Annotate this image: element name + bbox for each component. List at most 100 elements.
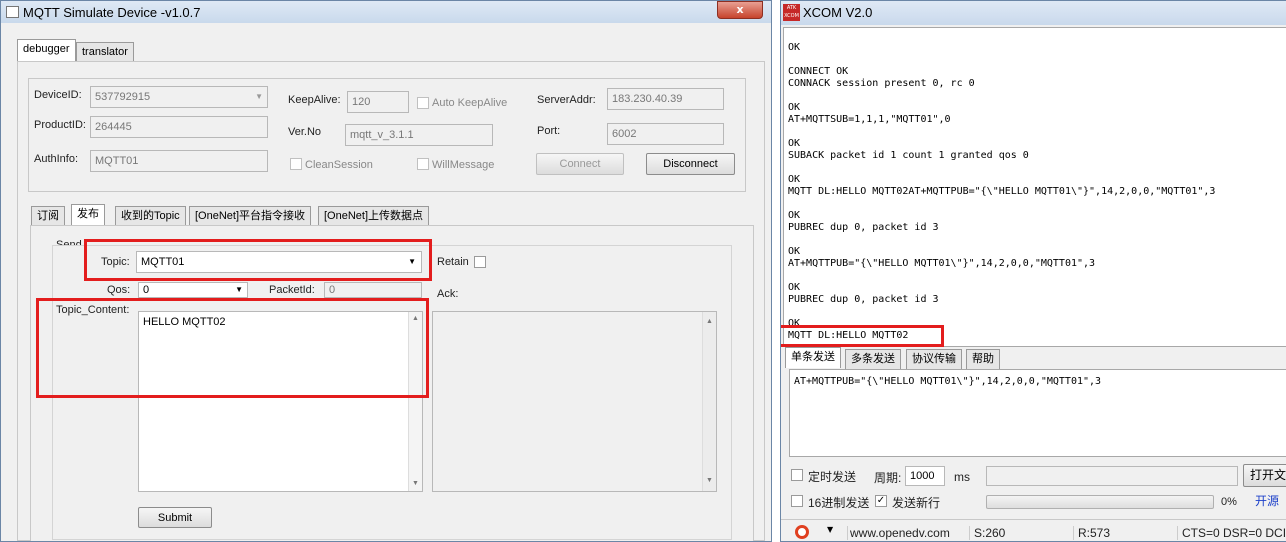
close-button[interactable]: x	[717, 1, 763, 19]
log-line: AT+MQTTSUB=1,1,1,"MQTT01",0	[788, 114, 951, 125]
sent-count: S:260	[969, 526, 1005, 540]
open-source-link[interactable]: 开源	[1255, 492, 1279, 509]
tab-subscribe[interactable]: 订阅	[31, 206, 65, 226]
file-path-input[interactable]	[986, 466, 1238, 486]
send-progress-bar	[986, 495, 1214, 509]
qos-label: Qos:	[107, 284, 131, 296]
window-title: MQTT Simulate Device -v1.0.7	[23, 5, 201, 20]
status-bar: ▼ www.openedv.com S:260 R:573 CTS=0 DSR=…	[781, 519, 1286, 541]
ver-label: Ver.No	[288, 126, 322, 138]
tab-single-send[interactable]: 单条发送	[785, 347, 841, 368]
app-icon	[6, 6, 19, 18]
log-line: OK	[788, 174, 801, 185]
clean-session-label: CleanSession	[305, 159, 373, 171]
tab-translator[interactable]: translator	[76, 42, 134, 62]
timed-send-label: 定时发送	[808, 470, 857, 484]
device-id-value: 537792915	[95, 91, 151, 103]
log-line: CONNACK session present 0, rc 0	[788, 78, 975, 89]
hex-send-checkbox[interactable]	[791, 495, 803, 507]
website-link[interactable]: www.openedv.com	[847, 526, 950, 540]
send-textarea[interactable]: AT+MQTTPUB="{\"HELLO MQTT01\"}",14,2,0,0…	[789, 369, 1286, 457]
period-label: 周期:	[874, 471, 902, 485]
packetid-label: PacketId:	[269, 284, 315, 296]
title-bar[interactable]: MQTT Simulate Device -v1.0.7 x	[1, 1, 771, 23]
dropdown-arrow-icon[interactable]: ▼	[827, 525, 833, 534]
tab-debugger[interactable]: debugger	[17, 39, 76, 61]
log-line: OK	[788, 42, 801, 53]
disconnect-button[interactable]: Disconnect	[646, 153, 735, 175]
will-message-label: WillMessage	[432, 159, 495, 171]
tab-received-topic[interactable]: 收到的Topic	[115, 206, 186, 226]
line-status: CTS=0 DSR=0 DCI	[1177, 526, 1286, 540]
log-line: OK	[788, 246, 801, 257]
received-count: R:573	[1073, 526, 1110, 540]
keepalive-label: KeepAlive:	[288, 94, 341, 106]
record-icon[interactable]	[795, 525, 809, 539]
tab-onenet-commands[interactable]: [OneNet]平台指令接收	[189, 206, 312, 226]
server-addr-label: ServerAddr:	[537, 94, 596, 106]
auth-info-label: AuthInfo:	[34, 153, 79, 165]
progress-percent: 0%	[1221, 496, 1237, 508]
device-group: DeviceID: 537792915 ▼ ProductID: 264445 …	[28, 78, 746, 192]
tab-help[interactable]: 帮助	[966, 349, 1000, 369]
submit-button[interactable]: Submit	[138, 507, 212, 528]
timed-send-checkbox[interactable]	[791, 469, 803, 481]
ack-textarea[interactable]: ▲ ▼	[432, 311, 717, 492]
atk-logo: ATK XCOM	[783, 4, 800, 21]
ver-input[interactable]: mqtt_v_3.1.1	[345, 124, 493, 146]
clean-session-checkbox[interactable]	[290, 158, 302, 170]
xcom-window: ATK XCOM XCOM V2.0 OK CONNECT OK CONNACK s…	[780, 0, 1286, 542]
tab-publish[interactable]: 发布	[71, 204, 105, 226]
connect-button[interactable]: Connect	[536, 153, 624, 175]
auto-keepalive-checkbox[interactable]	[417, 97, 429, 109]
log-highlight-box	[781, 325, 944, 347]
log-line: OK	[788, 282, 801, 293]
send-text: AT+MQTTPUB="{\"HELLO MQTT01\"}",14,2,0,0…	[794, 376, 1102, 387]
log-line: PUBREC dup 0, packet id 3	[788, 222, 939, 233]
topic-highlight-box	[84, 239, 432, 281]
tab-multi-send[interactable]: 多条发送	[845, 349, 901, 369]
mqtt-simulator-window: MQTT Simulate Device -v1.0.7 x debugger …	[0, 0, 772, 542]
scroll-down-icon[interactable]: ▼	[706, 471, 713, 491]
auth-info-input[interactable]: MQTT01	[90, 150, 268, 172]
chevron-down-icon: ▼	[255, 92, 263, 101]
xcom-window-title: XCOM V2.0	[803, 5, 873, 20]
tab-onenet-datapoints[interactable]: [OneNet]上传数据点	[318, 206, 430, 226]
log-line: PUBREC dup 0, packet id 3	[788, 294, 939, 305]
newline-label: 发送新行	[892, 496, 941, 510]
receive-log[interactable]: OK CONNECT OK CONNACK session present 0, r…	[783, 27, 1286, 347]
qos-value: 0	[143, 284, 150, 296]
retain-label: Retain	[437, 256, 469, 268]
period-unit: ms	[954, 470, 970, 484]
product-id-label: ProductID:	[34, 119, 86, 131]
newline-checkbox[interactable]: ✓	[875, 495, 887, 507]
retain-checkbox[interactable]	[474, 256, 486, 268]
will-message-checkbox[interactable]	[417, 158, 429, 170]
xcom-title-bar[interactable]: ATK XCOM XCOM V2.0	[781, 1, 1286, 25]
content-highlight-box	[36, 298, 429, 398]
hex-send-label: 16进制发送	[808, 496, 870, 510]
log-line: OK	[788, 210, 801, 221]
log-line: AT+MQTTPUB="{\"HELLO MQTT01\"}",14,2,0,0…	[788, 258, 1096, 269]
ack-label: Ack:	[437, 288, 459, 300]
packetid-input[interactable]: 0	[324, 282, 422, 298]
log-line: MQTT DL:HELLO MQTT02AT+MQTTPUB="{\"HELLO…	[788, 186, 1216, 197]
auto-keepalive-label: Auto KeepAlive	[432, 97, 508, 109]
log-line: CONNECT OK	[788, 66, 849, 77]
log-line: SUBACK packet id 1 count 1 granted qos 0	[788, 150, 1029, 161]
scroll-up-icon[interactable]: ▲	[706, 312, 713, 332]
chevron-down-icon: ▼	[235, 285, 243, 294]
window-gap	[772, 0, 780, 542]
period-input[interactable]: 1000	[905, 466, 945, 486]
qos-select[interactable]: 0 ▼	[138, 282, 248, 298]
product-id-input[interactable]: 264445	[90, 116, 268, 138]
port-input[interactable]: 6002	[607, 123, 724, 145]
device-id-select[interactable]: 537792915 ▼	[90, 86, 268, 108]
ack-scrollbar[interactable]: ▲ ▼	[702, 312, 716, 491]
keepalive-input[interactable]: 120	[347, 91, 409, 113]
server-addr-input[interactable]: 183.230.40.39	[607, 88, 724, 110]
tab-protocol[interactable]: 协议传输	[906, 349, 962, 369]
scroll-down-icon[interactable]: ▼	[412, 477, 419, 491]
open-file-button[interactable]: 打开文	[1243, 464, 1286, 487]
log-line: OK	[788, 138, 801, 149]
